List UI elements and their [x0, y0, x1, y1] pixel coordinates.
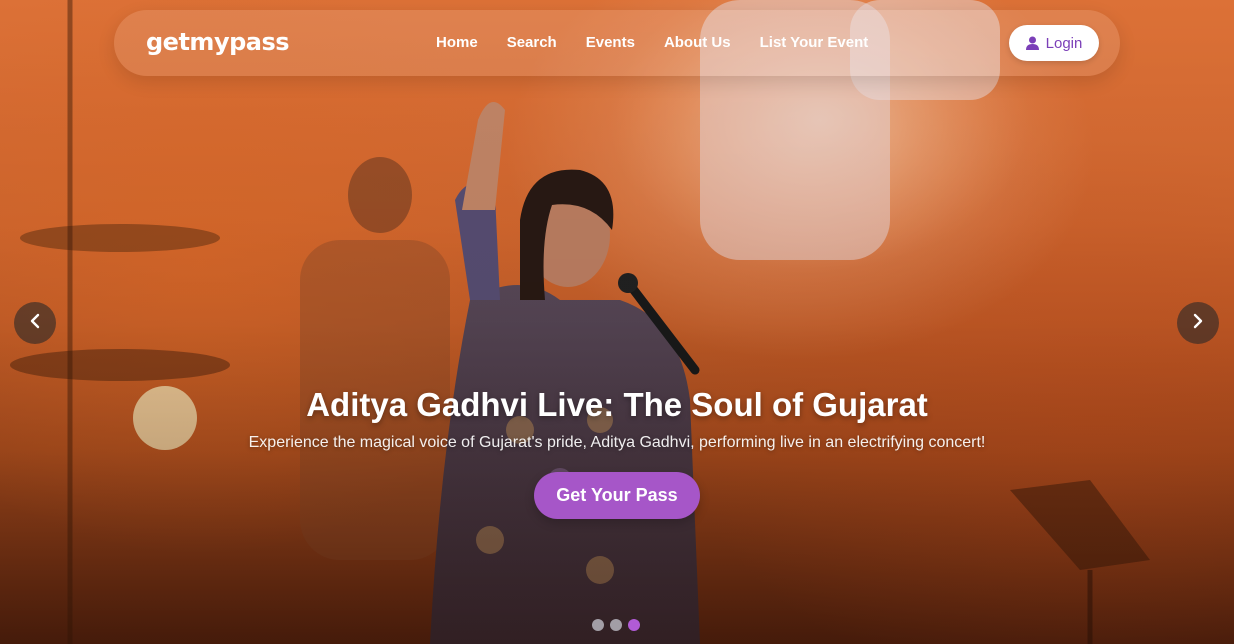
login-button[interactable]: Login — [1009, 25, 1099, 61]
carousel-dot-3[interactable] — [628, 619, 640, 631]
carousel-dot-1[interactable] — [592, 619, 604, 631]
carousel-prev-button[interactable] — [14, 302, 56, 344]
carousel-next-button[interactable] — [1177, 302, 1219, 344]
nav-link-events[interactable]: Events — [586, 34, 635, 51]
carousel-dot-2[interactable] — [610, 619, 622, 631]
login-label: Login — [1045, 34, 1083, 52]
navbar: getmypass Home Search Events About Us Li… — [114, 10, 1120, 76]
slide-subtitle: Experience the magical voice of Gujarat'… — [248, 434, 986, 451]
chevron-left-icon — [28, 313, 42, 334]
nav-link-home[interactable]: Home — [436, 34, 478, 51]
user-icon — [1025, 36, 1039, 50]
carousel-indicators — [592, 619, 640, 631]
nav-link-search[interactable]: Search — [507, 34, 557, 51]
nav-link-about-us[interactable]: About Us — [664, 34, 731, 51]
hero-carousel: getmypass Home Search Events About Us Li… — [0, 0, 1234, 644]
brand-logo[interactable]: getmypass — [146, 28, 290, 56]
nav-links: Home Search Events About Us List Your Ev… — [436, 34, 897, 51]
nav-link-list-your-event[interactable]: List Your Event — [760, 34, 869, 51]
hero-overlay — [0, 0, 1234, 644]
chevron-right-icon — [1191, 313, 1205, 334]
slide-title: Aditya Gadhvi Live: The Soul of Gujarat — [306, 386, 928, 423]
get-your-pass-button[interactable]: Get Your Pass — [534, 472, 700, 519]
